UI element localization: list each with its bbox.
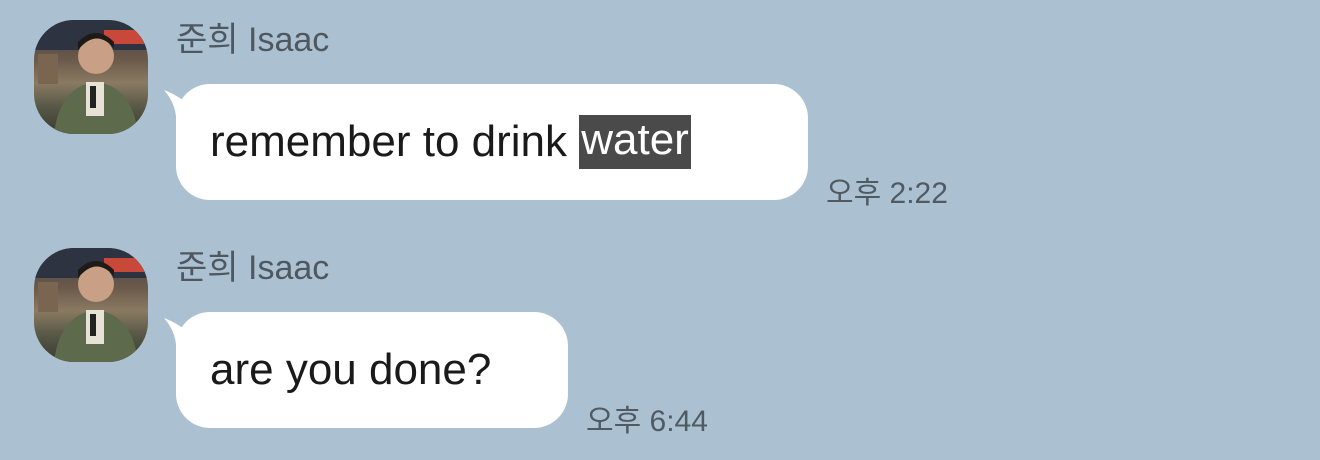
message-bubble[interactable]: remember to drink water	[176, 84, 808, 200]
chat-message[interactable]: 준희 Isaac remember to drink water 오후 2:22	[0, 0, 1320, 220]
selected-text[interactable]: water	[579, 115, 691, 169]
message-bubble[interactable]: are you done?	[176, 312, 568, 428]
sender-name: 준희 Isaac	[176, 249, 330, 287]
message-time: 오후 2:22	[826, 177, 948, 210]
message-text: remember to drink	[210, 117, 580, 166]
sender-avatar[interactable]	[34, 248, 148, 362]
person-photo-icon	[34, 248, 148, 362]
sender-avatar[interactable]	[34, 20, 148, 134]
message-text: are you done?	[210, 345, 492, 394]
person-photo-icon	[34, 20, 148, 134]
message-time: 오후 6:44	[586, 405, 708, 438]
sender-name: 준희 Isaac	[176, 21, 330, 59]
chat-message[interactable]: 준희 Isaac are you done? 오후 6:44	[0, 228, 1320, 448]
